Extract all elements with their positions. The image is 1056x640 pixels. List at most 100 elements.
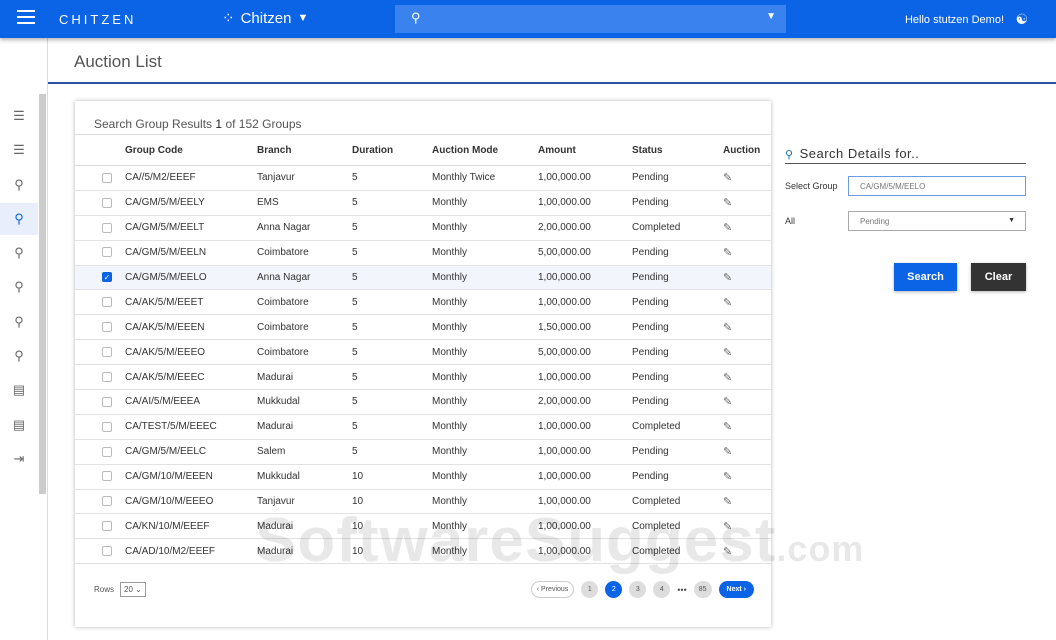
row-checkbox[interactable]	[102, 446, 112, 457]
edit-icon[interactable]: ✎	[723, 372, 732, 384]
edit-icon[interactable]: ✎	[723, 297, 732, 309]
cell: Monthly	[432, 464, 538, 490]
page-4[interactable]: 4	[653, 581, 671, 598]
group-input[interactable]: CA/GM/5/M/EELO	[848, 176, 1026, 196]
row-checkbox[interactable]	[102, 322, 112, 333]
row-checkbox[interactable]	[102, 371, 112, 382]
org-icon: ⁘	[222, 10, 235, 27]
edit-icon[interactable]: ✎	[723, 546, 732, 558]
row-checkbox[interactable]: ✓	[102, 272, 112, 283]
page-1[interactable]: 1	[581, 581, 599, 598]
table-row[interactable]: CA/GM/10/M/EEEO Tanjavur 10 Monthly 1,00,000…	[75, 489, 771, 515]
next-button[interactable]: Next ›	[718, 581, 754, 598]
row-checkbox[interactable]	[102, 247, 112, 258]
row-checkbox[interactable]	[102, 172, 112, 183]
caret-down-icon: ▼	[1008, 217, 1015, 224]
row-checkbox[interactable]	[102, 421, 112, 432]
table-row[interactable]: CA/GM/5/M/EELT Anna Nagar 5 Monthly 2,00,000…	[75, 215, 771, 241]
table-row[interactable]: CA/AD/10/M2/EEEF Madurai 10 Monthly 1,00,000…	[75, 538, 771, 565]
row-checkbox[interactable]	[102, 546, 112, 557]
row-checkbox[interactable]	[102, 347, 112, 358]
col-amount[interactable]: Amount	[538, 134, 632, 166]
person-icon[interactable]: ⚲	[0, 237, 38, 269]
row-checkbox[interactable]	[102, 521, 112, 532]
edit-icon[interactable]: ✎	[723, 322, 732, 334]
cell: 1,00,000.00	[538, 289, 632, 316]
table-row[interactable]: CA/AK/5/M/EEET Coimbatore 5 Monthly 1,00,000…	[75, 289, 771, 316]
edit-icon[interactable]: ✎	[723, 247, 732, 259]
table-row[interactable]: CA/AK/5/M/EEEC Madurai 5 Monthly 1,00,000.00…	[75, 364, 771, 391]
person-icon[interactable]: ⚲	[0, 306, 38, 338]
row-checkbox[interactable]	[102, 297, 112, 308]
edit-icon[interactable]: ✎	[723, 471, 732, 483]
cell: CA/GM/10/M/EEEN	[125, 464, 257, 490]
cell: Pending	[632, 339, 723, 366]
edit-icon[interactable]: ✎	[723, 222, 732, 234]
cell: 1,50,000.00	[538, 314, 632, 341]
col-status[interactable]: Status	[632, 134, 723, 166]
table-row[interactable]: CA/AK/5/M/EEEN Coimbatore 5 Monthly 1,50,000…	[75, 314, 771, 341]
table-row[interactable]: CA/AI/5/M/EEEA Mukkudal 5 Monthly 2,00,000.0…	[75, 389, 771, 415]
global-search[interactable]: ⚲ ▼	[395, 5, 786, 33]
cell: Pending	[632, 265, 723, 291]
cell: Pending	[632, 165, 723, 191]
table-row[interactable]: CA//5/M2/EEEF Tanjavur 5 Monthly Twice 1,00,…	[75, 165, 771, 191]
person-icon[interactable]: ⚲	[0, 271, 38, 303]
person-icon[interactable]: ⚲	[0, 340, 38, 372]
edit-icon[interactable]: ✎	[723, 172, 732, 184]
caret-down-icon[interactable]: ▼	[766, 11, 776, 22]
edit-icon[interactable]: ✎	[723, 496, 732, 508]
clear-button[interactable]: Clear	[971, 263, 1026, 291]
cell: Coimbatore	[257, 240, 352, 266]
row-checkbox[interactable]	[102, 496, 112, 507]
table-row[interactable]: CA/TEST/5/M/EEEC Madurai 5 Monthly 1,00,000.…	[75, 414, 771, 440]
search-button[interactable]: Search	[894, 263, 957, 291]
col-duration[interactable]: Duration	[352, 134, 432, 166]
page-2[interactable]: 2	[605, 581, 623, 598]
menu-icon[interactable]	[17, 10, 35, 26]
edit-icon[interactable]: ✎	[723, 272, 732, 284]
edit-icon[interactable]: ✎	[723, 421, 732, 433]
col-group-code[interactable]: Group Code	[125, 134, 257, 166]
list-icon[interactable]: ☰	[0, 134, 38, 166]
row-checkbox[interactable]	[102, 222, 112, 233]
edit-icon[interactable]: ✎	[723, 197, 732, 209]
col-auction-mode[interactable]: Auction Mode	[432, 134, 538, 166]
table-row[interactable]: CA/GM/5/M/EELC Salem 5 Monthly 1,00,000.00 Pe…	[75, 439, 771, 465]
logout-icon[interactable]: ⇥	[0, 443, 38, 475]
table-row[interactable]: ✓ CA/GM/5/M/EELO Anna Nagar 5 Monthly 1,00,00…	[75, 265, 771, 291]
col-branch[interactable]: Branch	[257, 134, 352, 166]
cell: Pending	[632, 289, 723, 316]
sidebar-scrollbar[interactable]	[39, 94, 46, 494]
table-icon[interactable]: ▤	[0, 409, 38, 441]
user-icon[interactable]: ☯	[1015, 11, 1028, 28]
table-row[interactable]: CA/GM/5/M/EELY EMS 5 Monthly 1,00,000.00 Pend…	[75, 190, 771, 216]
edit-icon[interactable]: ✎	[723, 521, 732, 533]
edit-icon[interactable]: ✎	[723, 396, 732, 408]
table-icon[interactable]: ▤	[0, 374, 38, 406]
caret-down-icon: ▼	[297, 12, 309, 24]
page-3[interactable]: 3	[629, 581, 647, 598]
cell: 5	[352, 240, 432, 266]
cell: 5	[352, 439, 432, 465]
org-selector[interactable]: ⁘ Chitzen ▼	[222, 9, 309, 28]
edit-icon[interactable]: ✎	[723, 446, 732, 458]
cell: 5	[352, 389, 432, 415]
list-icon[interactable]: ☰	[0, 100, 38, 132]
table-row[interactable]: CA/GM/5/M/EELN Coimbatore 5 Monthly 5,00,000…	[75, 240, 771, 266]
status-select[interactable]: Pending ▼	[848, 211, 1026, 231]
rows-select[interactable]: 20 ⌄	[120, 582, 146, 597]
previous-button[interactable]: ‹ Previous	[530, 581, 575, 598]
table-row[interactable]: CA/AK/5/M/EEEO Coimbatore 5 Monthly 5,00,000…	[75, 339, 771, 366]
cell: Madurai	[257, 538, 352, 565]
table-row[interactable]: CA/KN/10/M/EEEF Madurai 10 Monthly 1,00,000.…	[75, 513, 771, 540]
row-checkbox[interactable]	[102, 471, 112, 482]
person-icon[interactable]: ⚲	[0, 169, 38, 201]
edit-icon[interactable]: ✎	[723, 347, 732, 359]
row-checkbox[interactable]	[102, 396, 112, 407]
row-checkbox[interactable]	[102, 197, 112, 208]
cell: Completed	[632, 513, 723, 540]
page-last[interactable]: 85	[693, 581, 712, 598]
table-row[interactable]: CA/GM/10/M/EEEN Mukkudal 10 Monthly 1,00,000…	[75, 464, 771, 490]
person-icon[interactable]: ⚲	[0, 203, 38, 235]
